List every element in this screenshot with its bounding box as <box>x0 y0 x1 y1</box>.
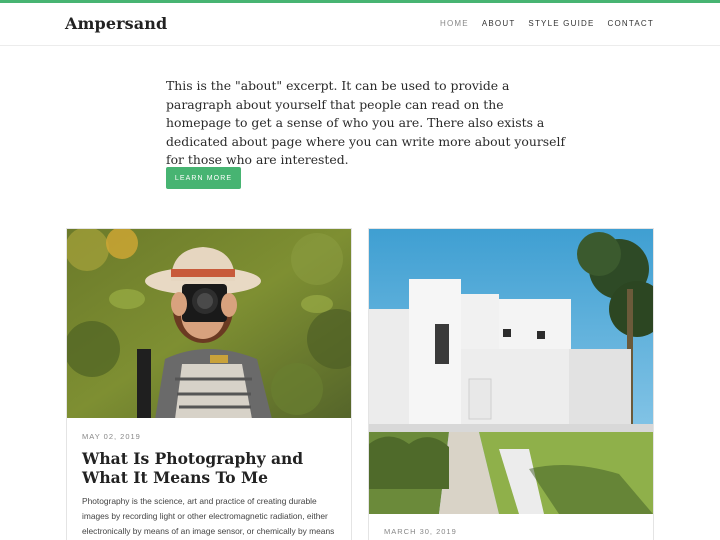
post-date: March 30, 2019 <box>384 527 457 536</box>
nav-item-home[interactable]: Home <box>440 19 469 28</box>
post-date: May 02, 2019 <box>82 432 141 441</box>
site-header: Ampersand Home About Style Guide Contact <box>0 3 720 46</box>
about-excerpt: This is the "about" excerpt. It can be u… <box>166 78 566 168</box>
post-title[interactable]: What Is Photography and What It Means To… <box>82 449 342 487</box>
post-card[interactable]: May 02, 2019 What Is Photography and Wha… <box>66 228 352 540</box>
post-card[interactable]: March 30, 2019 <box>368 228 654 540</box>
site-logo[interactable]: Ampersand <box>65 14 167 33</box>
post-image-house[interactable] <box>369 229 653 514</box>
post-excerpt: Photography is the science, art and prac… <box>82 496 335 536</box>
post-image-photographer[interactable] <box>67 229 351 418</box>
nav-item-style-guide[interactable]: Style Guide <box>528 19 594 28</box>
nav-item-contact[interactable]: Contact <box>608 19 654 28</box>
main-nav: Home About Style Guide Contact <box>440 19 654 28</box>
nav-item-about[interactable]: About <box>482 19 516 28</box>
learn-more-button[interactable]: Learn More <box>166 167 241 189</box>
